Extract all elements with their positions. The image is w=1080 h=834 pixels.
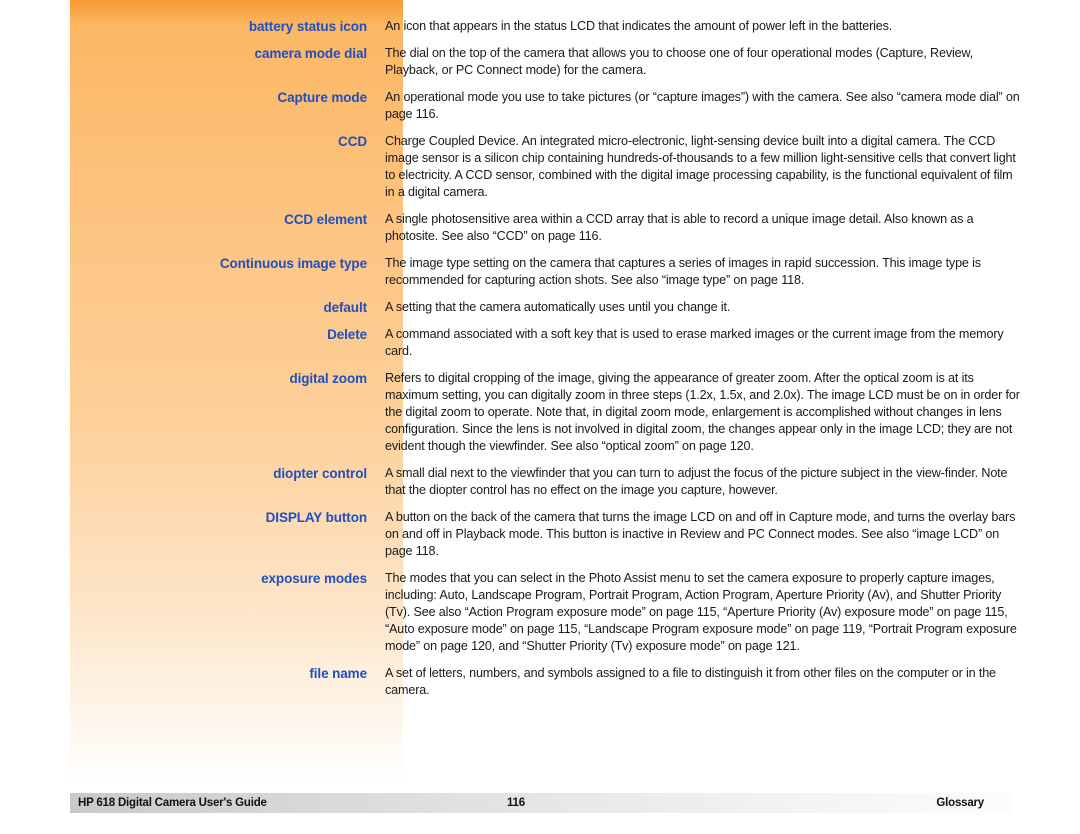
glossary-definition: A setting that the camera automatically …	[385, 300, 731, 314]
glossary-term: CCD element	[284, 212, 367, 227]
glossary-term: file name	[309, 666, 367, 681]
glossary-term: Delete	[327, 327, 367, 342]
glossary-entry: DISPLAY button A button on the back of th…	[0, 509, 1080, 560]
glossary-entry: camera mode dial The dial on the top of t…	[0, 45, 1080, 79]
glossary-definition: An operational mode you use to take pict…	[385, 90, 1020, 121]
glossary-term: CCD	[338, 134, 367, 149]
footer-page-number: 116	[507, 797, 525, 809]
glossary-entry: diopter control A small dial next to the …	[0, 465, 1080, 499]
glossary-entry: battery status icon An icon that appears …	[0, 18, 1080, 35]
glossary-definition: Refers to digital cropping of the image,…	[385, 371, 1020, 453]
glossary-term: default	[323, 300, 367, 315]
document-page: battery status icon An icon that appears …	[0, 0, 1080, 834]
glossary-definition: A single photosensitive area within a CC…	[385, 212, 974, 243]
glossary-entry: exposure modes The modes that you can sel…	[0, 570, 1080, 655]
glossary-entry: default A setting that the camera automat…	[0, 299, 1080, 316]
glossary-entry: Delete A command associated with a soft k…	[0, 326, 1080, 360]
glossary-term: DISPLAY button	[265, 510, 367, 525]
glossary-definition: A small dial next to the viewfinder that…	[385, 466, 1008, 497]
glossary-term: exposure modes	[261, 571, 367, 586]
glossary-term: battery status icon	[248, 19, 367, 34]
glossary-term: diopter control	[273, 466, 367, 481]
glossary-definition: The image type setting on the camera tha…	[385, 256, 981, 287]
glossary-term: digital zoom	[289, 371, 367, 386]
glossary-entry: Continuous image type The image type sett…	[0, 255, 1080, 289]
glossary-entry: Capture mode An operational mode you use …	[0, 89, 1080, 123]
glossary-entry: CCD element A single photosensitive area …	[0, 211, 1080, 245]
footer-guide-title: HP 618 Digital Camera User's Guide	[78, 797, 267, 809]
glossary-term: camera mode dial	[254, 46, 368, 61]
glossary-entry: file name A set of letters, numbers, and …	[0, 665, 1080, 699]
glossary-definition: An icon that appears in the status LCD t…	[385, 19, 893, 33]
glossary-definition: A command associated with a soft key tha…	[385, 327, 1004, 358]
glossary-term: Capture mode	[277, 90, 367, 105]
footer-section-name: Glossary	[936, 797, 984, 809]
glossary-entry: digital zoom Refers to digital cropping o…	[0, 370, 1080, 455]
glossary-definition: Charge Coupled Device. An integrated mic…	[385, 134, 1016, 199]
glossary-definition: A button on the back of the camera that …	[385, 510, 1016, 558]
glossary-definition: A set of letters, numbers, and symbols a…	[385, 666, 996, 697]
page-footer: HP 618 Digital Camera User's Guide 116 G…	[70, 793, 1012, 813]
glossary-term: Continuous image type	[219, 256, 367, 271]
glossary-definition: The dial on the top of the camera that a…	[385, 46, 974, 77]
glossary-entry-list: battery status icon An icon that appears …	[0, 18, 1080, 709]
glossary-definition: The modes that you can select in the Pho…	[385, 571, 1017, 653]
glossary-entry: CCD Charge Coupled Device. An integrated …	[0, 133, 1080, 201]
